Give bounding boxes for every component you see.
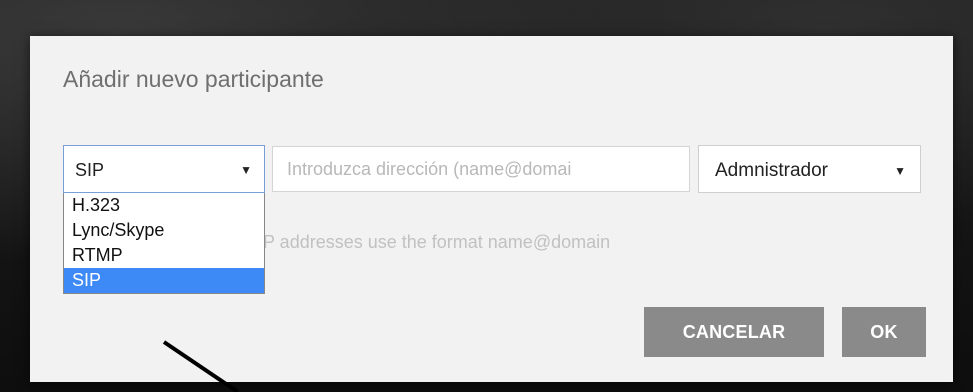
protocol-option-rtmp[interactable]: RTMP bbox=[64, 243, 264, 268]
cancel-button[interactable]: CANCELAR bbox=[644, 307, 824, 357]
protocol-option-sip[interactable]: SIP bbox=[64, 268, 264, 293]
role-select[interactable]: Admnistrador ▼ bbox=[698, 145, 921, 193]
address-format-hint: P addresses use the format name@domain bbox=[263, 232, 611, 252]
caret-down-icon: ▼ bbox=[894, 164, 906, 178]
protocol-select[interactable]: SIP ▼ bbox=[63, 145, 265, 193]
protocol-option-lync-skype[interactable]: Lync/Skype bbox=[64, 218, 264, 243]
protocol-option-h323[interactable]: H.323 bbox=[64, 193, 264, 218]
dialog-title: Añadir nuevo participante bbox=[63, 66, 324, 92]
protocol-select-value: SIP bbox=[75, 160, 105, 180]
ok-button[interactable]: OK bbox=[842, 307, 926, 357]
address-input[interactable] bbox=[272, 146, 690, 192]
add-participant-dialog: Añadir nuevo participante SIP ▼ Admnistr… bbox=[30, 36, 953, 382]
protocol-dropdown-list: H.323 Lync/Skype RTMP SIP bbox=[63, 193, 265, 294]
caret-down-icon: ▼ bbox=[240, 163, 252, 177]
role-select-value: Admnistrador bbox=[715, 160, 828, 181]
